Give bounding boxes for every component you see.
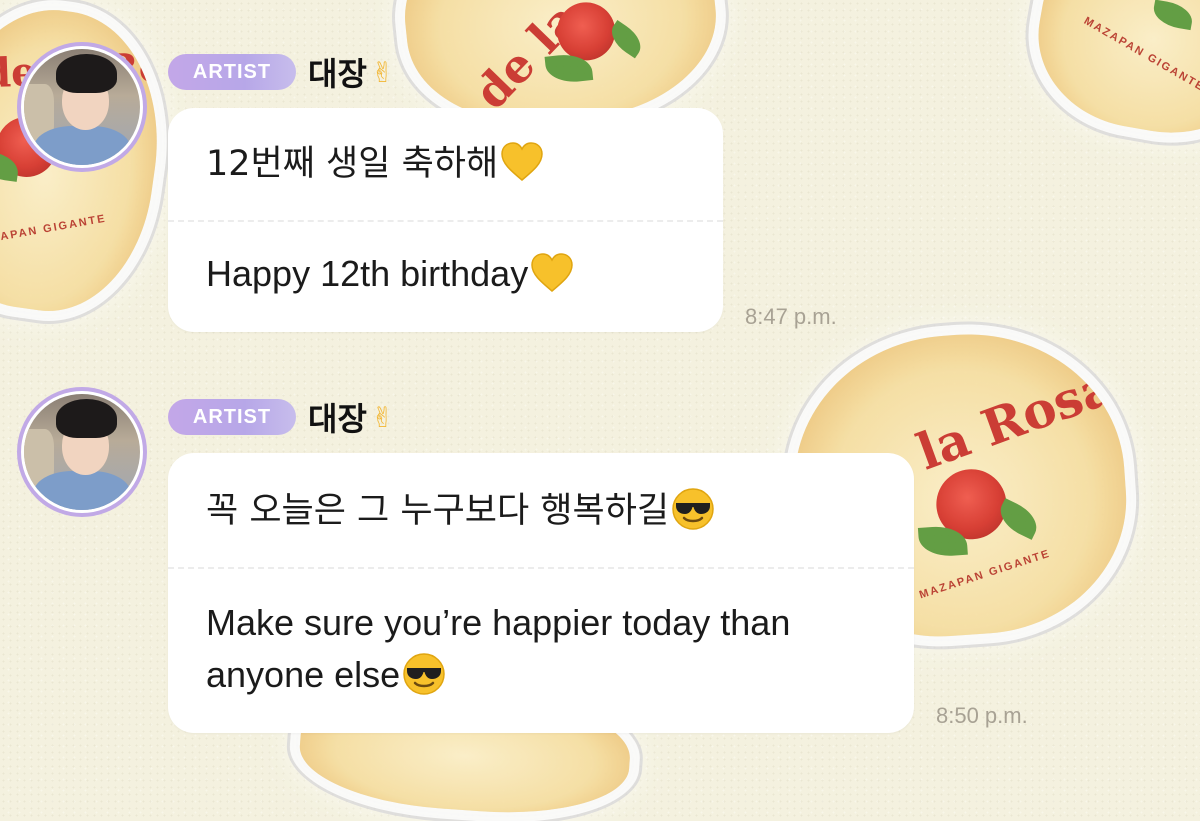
artist-avatar[interactable] — [17, 42, 147, 172]
translation-divider — [168, 567, 914, 569]
message-text: Happy 12th birthday — [206, 253, 529, 294]
victory-hand-icon: ✌ — [370, 56, 395, 88]
message-bubble[interactable]: 12번째 생일 축하해 Happy 12th birthday — [168, 108, 723, 332]
message-text: 꼭 오늘은 그 누구보다 행복하길 — [206, 491, 670, 531]
chat-message: ARTIST 대장 ✌ 12번째 생일 축하해 Happy 12th birth… — [0, 40, 1200, 340]
message-text-korean: 12번째 생일 축하해 — [206, 138, 544, 190]
translation-divider — [168, 220, 723, 222]
message-timestamp: 8:47 p.m. — [745, 304, 837, 329]
sender-name[interactable]: 대장 — [308, 49, 367, 95]
yellow-heart-icon — [501, 142, 543, 181]
artist-badge: ARTIST — [168, 54, 296, 90]
message-header: ARTIST 대장 ✌ — [168, 49, 395, 95]
artist-badge: ARTIST — [168, 399, 296, 435]
avatar-photo — [24, 49, 140, 165]
message-header: ARTIST 대장 ✌ — [168, 394, 395, 440]
message-text-english: Make sure you’re happier today than anyo… — [206, 597, 886, 701]
artist-avatar[interactable] — [17, 387, 147, 517]
message-text: 12번째 생일 축하해 — [206, 144, 499, 184]
message-bubble[interactable]: 꼭 오늘은 그 누구보다 행복하길 Make sure you’re happi… — [168, 453, 914, 733]
sunglasses-face-icon — [672, 488, 714, 530]
message-timestamp: 8:50 p.m. — [936, 703, 1028, 728]
chat-message: ARTIST 대장 ✌ 꼭 오늘은 그 누구보다 행복하길 Make sure … — [0, 385, 1200, 745]
victory-hand-icon: ✌ — [370, 401, 395, 433]
message-text-korean: 꼭 오늘은 그 누구보다 행복하길 — [206, 485, 715, 537]
avatar-photo — [24, 394, 140, 510]
yellow-heart-icon — [531, 253, 573, 293]
sunglasses-face-icon — [403, 653, 445, 696]
sender-name[interactable]: 대장 — [308, 394, 367, 440]
message-text-english: Happy 12th birthday — [206, 248, 574, 300]
leaf-illustration — [1151, 0, 1195, 31]
message-text: Make sure you’re happier today than anyo… — [206, 602, 791, 695]
